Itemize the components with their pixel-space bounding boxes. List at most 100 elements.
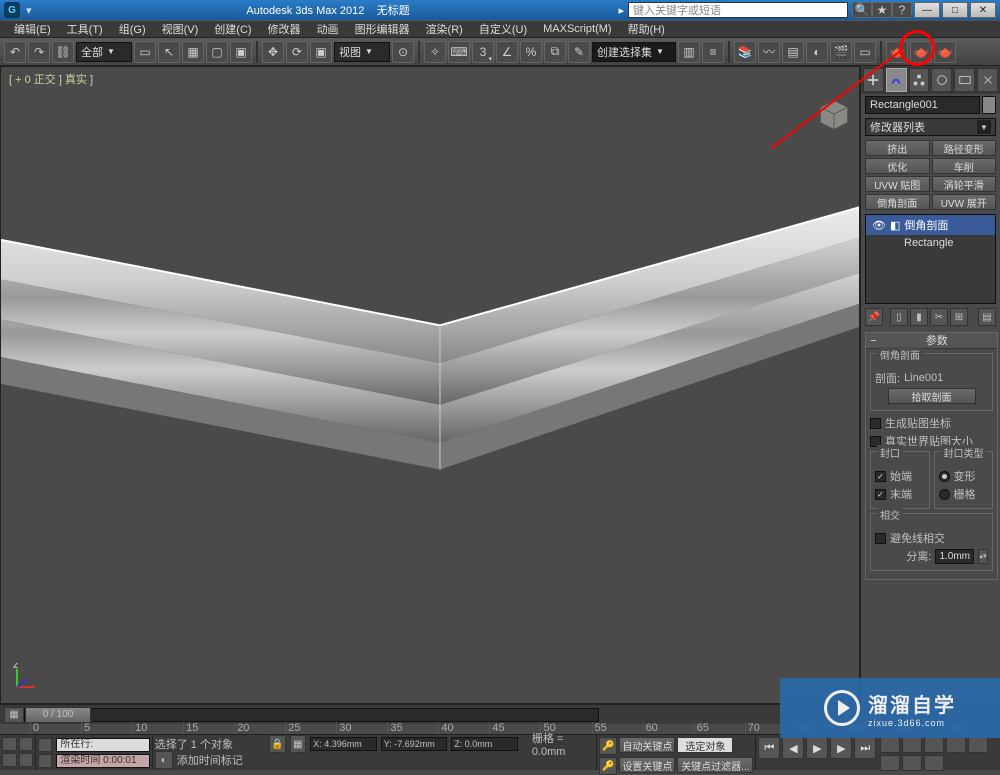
pick-profile-button[interactable]: 拾取剖面 — [888, 388, 976, 404]
menu-maxscript[interactable]: MAXScript(M) — [535, 23, 619, 35]
menu-rendering[interactable]: 渲染(R) — [418, 21, 471, 37]
undo-icon[interactable]: ↶ — [4, 41, 26, 63]
modifier-stack[interactable]: 👁 ◧ 倒角剖面 Rectangle — [865, 214, 996, 304]
pin-stack-icon[interactable]: 📌 — [865, 308, 883, 326]
goto-start-icon[interactable]: ⏮ — [758, 737, 780, 759]
schematic-icon[interactable]: ▤ — [782, 41, 804, 63]
menu-edit[interactable]: 编辑(E) — [6, 21, 59, 37]
axis-gizmo-icon[interactable]: z — [11, 663, 41, 693]
time-slider-handle[interactable]: 0 / 100 — [25, 707, 91, 723]
row-now-field[interactable]: 所在行: — [56, 738, 149, 752]
separation-spinner[interactable]: 1.0mm — [935, 549, 974, 564]
menu-customize[interactable]: 自定义(U) — [471, 21, 535, 37]
menu-modifiers[interactable]: 修改器 — [260, 21, 309, 37]
render-frame-icon[interactable]: ▭ — [854, 41, 876, 63]
mod-btn-turbosmooth[interactable]: 涡轮平滑 — [932, 176, 997, 192]
lock-selection-icon[interactable]: 🔒 — [269, 735, 286, 753]
select-icon[interactable]: ▭ — [134, 41, 156, 63]
modify-tab-icon[interactable] — [886, 68, 907, 92]
favorite-icon[interactable]: ★ — [872, 2, 892, 18]
help-icon[interactable]: ? — [892, 2, 912, 18]
expand-icon[interactable]: ◧ — [890, 219, 900, 232]
align-icon[interactable]: ≡ — [702, 41, 724, 63]
mini-btn-4[interactable] — [19, 753, 34, 767]
motion-tab-icon[interactable] — [931, 68, 952, 92]
nav-pan-icon[interactable] — [880, 737, 900, 753]
mirror-icon[interactable]: ▥ — [678, 41, 700, 63]
gen-mapping-checkbox[interactable] — [870, 418, 881, 429]
menu-group[interactable]: 组(G) — [111, 21, 154, 37]
render-active-icon[interactable]: 🫖 — [934, 41, 956, 63]
viewport[interactable]: [ + 0 正交 ] 真实 ] — [0, 66, 860, 704]
remove-mod-icon[interactable]: ✂ — [930, 308, 948, 326]
menu-create[interactable]: 创建(C) — [206, 21, 259, 37]
time-config-icon[interactable]: ▦ — [4, 707, 24, 723]
prev-frame-icon[interactable]: ◀ — [782, 737, 804, 759]
mod-btn-extrude[interactable]: 挤出 — [865, 140, 930, 156]
named-selection-dropdown[interactable]: 创建选择集▼ — [592, 42, 676, 62]
window-menu-arrow[interactable]: ▾ — [26, 4, 32, 17]
maxscript-mini-icon[interactable] — [38, 738, 52, 752]
object-name-field[interactable]: Rectangle001 — [865, 96, 980, 114]
select-by-name-icon[interactable]: ▦ — [182, 41, 204, 63]
minimize-button[interactable]: — — [914, 2, 940, 18]
make-unique-icon[interactable]: ▮ — [910, 308, 928, 326]
coord-system-dropdown[interactable]: 视图▼ — [334, 42, 390, 62]
select-cursor-icon[interactable]: ↖ — [158, 41, 180, 63]
next-frame-icon[interactable]: ▶ — [830, 737, 852, 759]
menu-grapheditors[interactable]: 图形编辑器 — [347, 21, 418, 37]
mini-btn-3[interactable] — [2, 753, 17, 767]
play-icon[interactable]: ▶ — [806, 737, 828, 759]
redo-icon[interactable]: ↷ — [28, 41, 50, 63]
keyboard-shortcut-icon[interactable]: ⌨ — [448, 41, 470, 63]
mod-btn-lathe[interactable]: 车削 — [932, 158, 997, 174]
spinner-arrows-icon[interactable]: ▴▾ — [978, 549, 988, 564]
curve-editor-icon[interactable]: 〰 — [758, 41, 780, 63]
nav-region-icon[interactable] — [880, 755, 900, 771]
use-pivot-icon[interactable]: ⊙ — [392, 41, 414, 63]
utilities-tab-icon[interactable] — [977, 68, 998, 92]
mini-btn-2[interactable] — [19, 737, 34, 751]
key-toggle-icon[interactable]: 🔑 — [599, 737, 617, 755]
coord-z-field[interactable]: Z: 0.0mm — [451, 737, 518, 751]
captype-morph-radio[interactable] — [939, 471, 950, 482]
modifier-list-dropdown[interactable]: 修改器列表▼ — [865, 118, 996, 136]
percent-snap-icon[interactable]: % — [520, 41, 542, 63]
menu-views[interactable]: 视图(V) — [154, 21, 207, 37]
search-input[interactable]: 键入关键字或短语 — [628, 2, 848, 18]
display-tab-icon[interactable] — [954, 68, 975, 92]
absolute-mode-icon[interactable]: ▦ — [290, 735, 307, 753]
mod-btn-optimize[interactable]: 优化 — [865, 158, 930, 174]
render-prod-icon[interactable]: 🫖 — [886, 41, 908, 63]
named-sel-lock-icon[interactable]: ✎ — [568, 41, 590, 63]
setkey-button[interactable]: 设置关键点 — [619, 757, 675, 773]
mod-btn-bevelprofile[interactable]: 倒角剖面 — [865, 194, 930, 210]
nav-zoomall-icon[interactable] — [924, 737, 944, 753]
mod-btn-pathdeform[interactable]: 路径变形 — [932, 140, 997, 156]
mod-btn-uvwmap[interactable]: UVW 贴图 — [865, 176, 930, 192]
search-icon[interactable]: 🔍 — [852, 2, 872, 18]
autokey-button[interactable]: 自动关键点 — [619, 737, 675, 753]
prompt-icon[interactable]: ◐ — [155, 751, 173, 769]
coord-y-field[interactable]: Y: -7.692mm — [381, 737, 448, 751]
object-color-swatch[interactable] — [982, 96, 996, 114]
material-editor-icon[interactable]: ◐ — [806, 41, 828, 63]
keyfilter-button[interactable]: 关键点过滤器... — [677, 757, 753, 773]
selset-button[interactable]: 选定对象 — [677, 737, 733, 753]
menu-tools[interactable]: 工具(T) — [59, 21, 111, 37]
manipulate-icon[interactable]: ✧ — [424, 41, 446, 63]
coord-x-field[interactable]: X: 4.396mm — [310, 737, 377, 751]
menu-help[interactable]: 帮助(H) — [620, 21, 673, 37]
rotate-icon[interactable]: ⟳ — [286, 41, 308, 63]
create-tab-icon[interactable] — [863, 68, 884, 92]
stack-item-bevelprofile[interactable]: 👁 ◧ 倒角剖面 — [866, 215, 995, 235]
layers-icon[interactable]: 📚 — [734, 41, 756, 63]
setkey-icon[interactable]: 🔑 — [599, 757, 617, 775]
eye-icon[interactable]: 👁 — [872, 219, 886, 232]
select-region-icon[interactable]: ▢ — [206, 41, 228, 63]
move-icon[interactable]: ✥ — [262, 41, 284, 63]
snaps-toggle-icon[interactable]: 3▾ — [472, 41, 494, 63]
cap-start-checkbox[interactable]: ✓ — [875, 471, 886, 482]
avoid-intersect-checkbox[interactable] — [875, 533, 886, 544]
maximize-button[interactable]: □ — [942, 2, 968, 18]
